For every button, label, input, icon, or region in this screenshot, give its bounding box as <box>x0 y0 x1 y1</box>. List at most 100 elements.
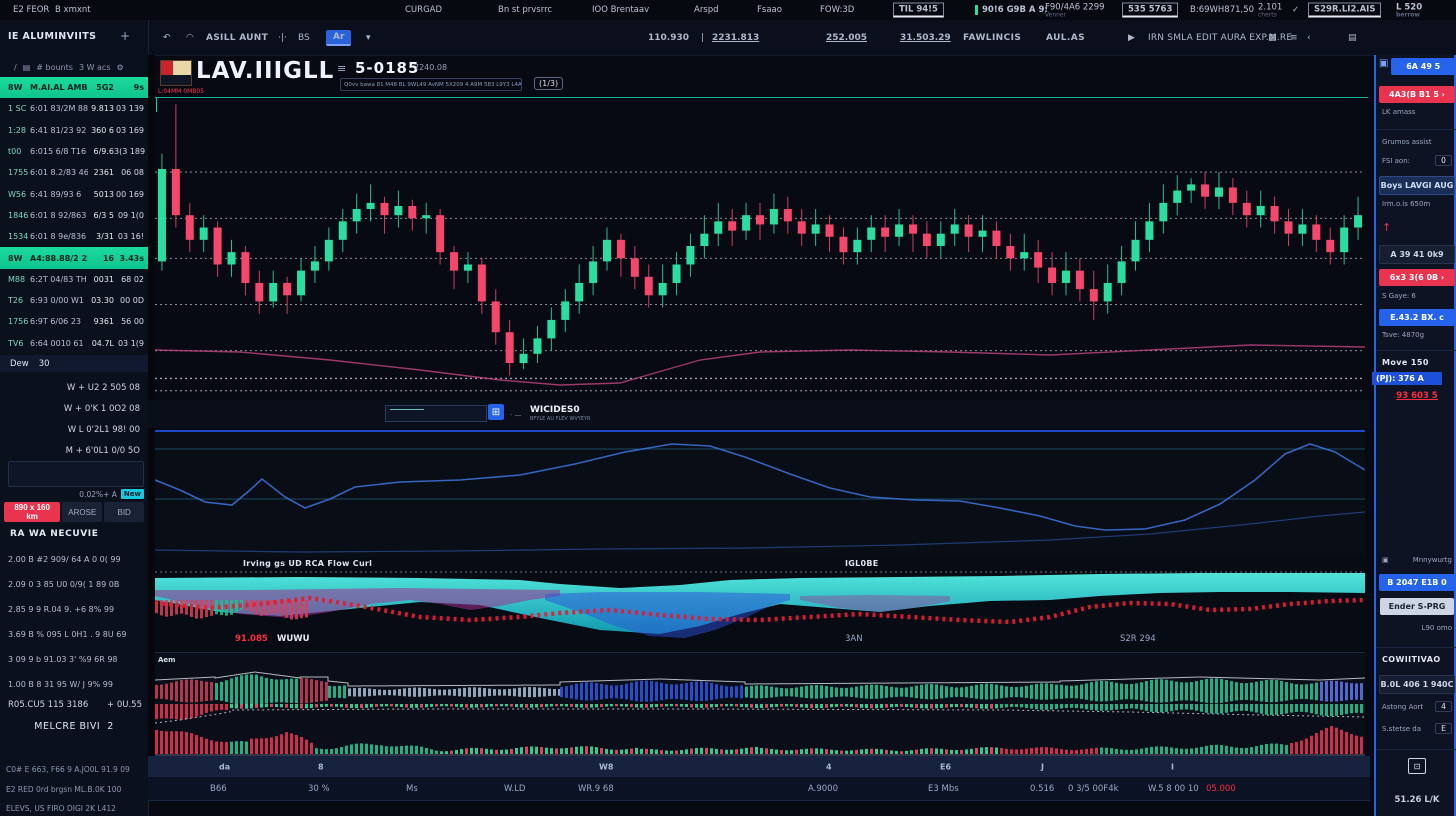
toolbar-item[interactable]: ▶ <box>1128 33 1135 43</box>
gear-icon[interactable]: ⚙ <box>117 63 124 72</box>
position-row[interactable]: 3.69 B % 095 L 0H1 . 9 8U 69 <box>0 622 148 647</box>
menubar-item[interactable]: E2 FEOR <box>13 5 49 15</box>
strategy-button[interactable]: Boys LAVGI AUG <box>1379 176 1455 195</box>
menu-icon[interactable]: ≡ <box>337 62 346 75</box>
histogram-panel[interactable]: Aem <box>155 652 1365 756</box>
menubar-item[interactable]: ✓ <box>1292 5 1299 15</box>
watchlist-row[interactable]: 1534 6:01 8 9e/836 3/31 03 16! <box>0 226 148 247</box>
window-icon[interactable]: ⊡ <box>1408 758 1426 774</box>
watchlist-row[interactable]: W56 6:41 89/93 6 5013 00 169 <box>0 183 148 204</box>
toolbar-item[interactable]: 110.930 <box>648 33 689 43</box>
menubar-item[interactable]: S29R.LI2.AIS <box>1308 3 1381 18</box>
watchlist-row[interactable]: M88 6:2T 04/83 TH 0031 68 02 <box>0 269 148 290</box>
histogram-svg[interactable] <box>155 653 1365 756</box>
menubar-item[interactable]: Arspd <box>694 5 719 15</box>
folder-icon[interactable]: ▤ <box>23 63 31 72</box>
menubar-item[interactable]: F90/4A6 2299Venner <box>1045 3 1105 18</box>
price-tag-blue[interactable]: (PJ): 376 A <box>1372 372 1442 385</box>
depth-row[interactable]: M + 6'0L1 0/0 5O <box>0 440 148 461</box>
position-row[interactable]: 2.85 9 9 R.04 9. +6 8% 99 <box>0 597 148 622</box>
toolbar-item[interactable]: ‹ <box>1307 33 1311 43</box>
condition-button[interactable]: B.0L 406 1 940C <box>1379 675 1455 694</box>
depth-row[interactable]: W L 0'2L1 98! 00 <box>0 419 148 440</box>
menubar-item[interactable]: CURGAD <box>405 5 442 15</box>
menubar-item[interactable]: IOO Brentaav <box>592 5 649 15</box>
sell-order-button[interactable]: 4A3(B B1 5 › <box>1379 86 1455 103</box>
add-symbol-button[interactable]: + <box>120 29 130 43</box>
watchlist-row[interactable]: 1756 6:9T 6/06 23 9361 56 00 <box>0 311 148 332</box>
oscillator-svg[interactable] <box>155 432 1365 557</box>
menubar-item[interactable]: L 520berrow <box>1396 3 1422 18</box>
chart-pages-chip[interactable]: (1/3) <box>534 77 563 90</box>
ender-button[interactable]: Ender S-PRG <box>1380 598 1454 615</box>
watchlist-row[interactable]: TV6 6:64 0010 61 04.7L 03 1(9 <box>0 333 148 354</box>
position-row[interactable]: 2.09 0 3 85 U0 0/9( 1 89 0B <box>0 572 148 597</box>
menubar-item[interactable]: 2.101cherts <box>1258 3 1282 18</box>
toolbar-item[interactable]: ↶ <box>163 33 171 43</box>
arose-button[interactable]: AROSE <box>62 502 102 522</box>
toolbar-item[interactable]: FAWLINCIS <box>963 33 1021 43</box>
menubar-item[interactable]: 90!6 G9B A 9: <box>975 5 1048 15</box>
toolbar-item[interactable]: ≡ <box>1290 33 1298 43</box>
position-row[interactable]: 1.00 B 8 31 95 W/ J 9% 99 <box>0 672 148 697</box>
position-row[interactable]: 2.00 B #2 909/ 64 A 0 0( 99 <box>0 547 148 572</box>
watchlist-row[interactable]: 8W M.AI.AL AMB0N 9O 5G2 9s <box>0 77 148 98</box>
watchlist-row[interactable]: t00 6:015 6/8 T16 6/9.6 3(3 189 <box>0 141 148 162</box>
menubar-item[interactable]: B xmxnt <box>55 5 91 15</box>
edit-icon[interactable]: / <box>14 63 17 72</box>
toolbar-item[interactable]: ▾ <box>366 33 371 43</box>
toolbar-item[interactable]: AUL.AS <box>1046 33 1085 43</box>
watchlist-row[interactable]: 1755 6:01 8.2/83 46 2361 06 08 <box>0 162 148 183</box>
menubar-item[interactable]: TIL 94!5 <box>893 3 944 18</box>
buy-button[interactable]: 6A 49 5 <box>1391 58 1455 75</box>
watchlist-row[interactable]: 1846 6:01 8 92/863 6/3 5 09 1(0 <box>0 205 148 226</box>
depth-row[interactable]: W + 0'K 1 0O2 08 <box>0 398 148 419</box>
menubar-item[interactable]: Bn st prvsrrc <box>498 5 552 15</box>
indicator-search-input[interactable] <box>385 405 487 422</box>
oscillator-panel[interactable] <box>155 430 1365 557</box>
watchlist-row[interactable]: 8W A4:88.88/2 223 16 3.43s <box>0 247 148 268</box>
watchlist-row[interactable]: T26 6:93 0/00 W1 03.30 00 0D <box>0 290 148 311</box>
watchlist-row[interactable]: 1 SC 6:01 83/2M 88 9.813 03 139 <box>0 98 148 119</box>
toolbar-item[interactable]: ASILL AUNT <box>206 33 268 43</box>
order-buttons: 890 x 160 km AROSE BID <box>0 502 148 522</box>
buy-limit-button[interactable]: E.43.2 BX. c <box>1379 309 1455 326</box>
monitor-button[interactable]: B 2047 E1B 0 <box>1379 574 1455 591</box>
bid-button[interactable]: BID <box>104 502 144 522</box>
status-label: A.9000 <box>808 784 838 794</box>
astong-value[interactable]: 4 <box>1435 701 1452 712</box>
sell-limit-button[interactable]: 6x3 3(6 0B › <box>1379 269 1455 286</box>
ribbon-svg[interactable] <box>155 557 1365 650</box>
toolbar-item[interactable]: | <box>701 33 704 43</box>
position-row[interactable]: 3 09 9 b 91.03 3' %9 6R 98 <box>0 647 148 672</box>
toolbar-item[interactable]: ◠ <box>186 33 194 43</box>
account-label: MELCRE BIVI 2 <box>0 721 148 732</box>
menubar-item[interactable]: B:69WH871,50 <box>1190 5 1254 15</box>
indicator-add-button[interactable]: ⊞ <box>488 404 504 420</box>
menubar-item[interactable]: Fsaao <box>757 5 782 15</box>
up-arrow-icon[interactable]: ↑ <box>1376 221 1391 234</box>
chart-toolbar: ↶ ◠ ASILL AUNT ·|· BS Ar ▾ 110.930 | 2231.813 252.… <box>0 20 1456 56</box>
toolbar-item[interactable]: Ar <box>326 30 351 46</box>
positions-title: RA WA NECUVIE <box>10 529 99 539</box>
toolbar-item[interactable]: 252.005 <box>826 33 867 43</box>
toolbar-item[interactable]: ·|· <box>278 33 287 43</box>
fsi-value[interactable]: 0 <box>1435 155 1452 166</box>
menubar-item[interactable]: 535 5763 <box>1122 3 1178 18</box>
toolbar-item[interactable]: 2231.813 <box>712 33 759 43</box>
depth-row[interactable]: W + U2 2 505 08 <box>0 377 148 398</box>
toolbar-item[interactable]: 31.503.29 <box>900 33 951 43</box>
sell-button[interactable]: 890 x 160 km <box>4 502 60 522</box>
watchlist-row[interactable]: 1:28 6:41 81/23 92 360 6 03 169 <box>0 120 148 141</box>
layout-icon[interactable]: ▣ <box>1379 58 1388 75</box>
candlestick-chart[interactable] <box>155 92 1365 400</box>
toolbar-item[interactable]: ▦ <box>1268 33 1277 43</box>
ribbon-panel[interactable]: Irving gs UD RCA Flow Curl IGL0BE 91.085… <box>155 557 1365 650</box>
order-amount-input[interactable] <box>8 461 144 487</box>
toolbar-item[interactable]: BS <box>298 33 310 43</box>
toolbar-item[interactable]: ▤ <box>1348 33 1357 43</box>
depth-section-header[interactable]: Dew 30 <box>0 355 148 372</box>
stetse-value[interactable]: E <box>1435 723 1452 734</box>
menubar-item[interactable]: FOW:3D <box>820 5 854 15</box>
candlestick-svg[interactable] <box>155 92 1365 400</box>
